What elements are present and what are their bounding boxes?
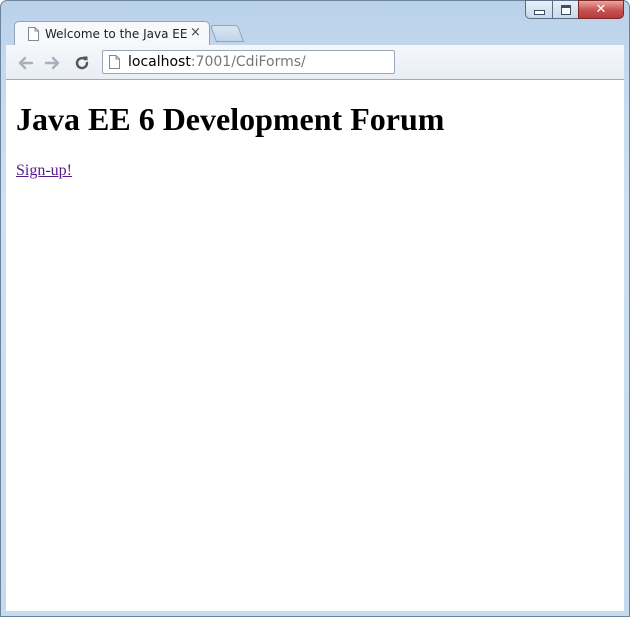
close-window-button[interactable]: ✕	[578, 0, 624, 19]
forward-arrow-icon	[44, 56, 60, 70]
url-host: localhost	[128, 54, 191, 70]
url-text: localhost:7001/CdiForms/	[128, 54, 306, 70]
address-bar[interactable]: localhost:7001/CdiForms/	[102, 50, 395, 74]
page-content: Java EE 6 Development Forum Sign-up!	[6, 80, 624, 611]
url-path: :7001/CdiForms/	[190, 54, 306, 70]
toolbar: localhost:7001/CdiForms/	[6, 45, 624, 80]
tab-close-icon[interactable]: ×	[190, 25, 201, 41]
back-button[interactable]	[15, 53, 35, 73]
page-heading: Java EE 6 Development Forum	[16, 101, 445, 137]
minimize-button[interactable]	[525, 0, 552, 19]
back-arrow-icon	[18, 56, 34, 70]
forward-button[interactable]	[43, 53, 63, 73]
maximize-icon	[560, 4, 571, 15]
tab-title: Welcome to the Java EE 6	[45, 27, 191, 41]
maximize-button[interactable]	[552, 0, 578, 19]
tab-active[interactable]: Welcome to the Java EE 6 ×	[14, 21, 210, 46]
page-icon	[109, 55, 120, 69]
page-icon	[28, 27, 39, 41]
window-controls: ✕	[525, 0, 624, 20]
reload-button[interactable]	[72, 53, 92, 73]
signup-link[interactable]: Sign-up!	[16, 162, 72, 180]
new-tab-button[interactable]	[209, 25, 245, 42]
close-icon: ✕	[595, 2, 607, 17]
reload-icon	[75, 56, 89, 70]
minimize-icon	[533, 10, 545, 15]
